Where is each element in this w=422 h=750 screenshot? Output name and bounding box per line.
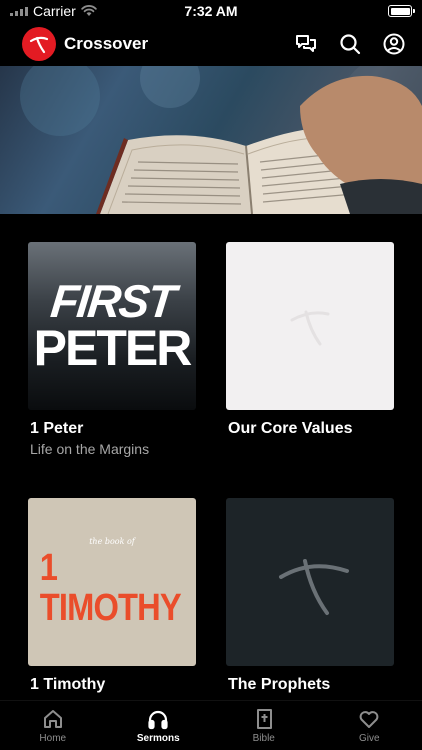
tab-label: Bible xyxy=(252,733,275,744)
app-title: Crossover xyxy=(64,34,149,53)
tab-home[interactable]: Home xyxy=(0,701,106,750)
signal-icon xyxy=(10,6,28,16)
header-actions xyxy=(294,32,406,56)
sermon-title: 1 Peter xyxy=(30,420,84,437)
artwork-title-line2: PETER xyxy=(33,320,193,376)
headphones-icon xyxy=(148,710,168,730)
tab-bible[interactable]: Bible xyxy=(211,701,317,750)
status-time: 7:32 AM xyxy=(184,3,238,19)
battery-icon xyxy=(388,5,415,17)
sermon-subtitle: Life on the Margins xyxy=(30,441,150,457)
chat-bubbles-icon[interactable] xyxy=(294,32,318,56)
app-header: Crossover xyxy=(0,24,422,64)
sermon-artwork: FIRST PETER xyxy=(28,242,196,410)
open-bible-illustration xyxy=(20,66,422,214)
tab-give[interactable]: Give xyxy=(317,701,422,750)
artwork-title: 1 TIMOTHY xyxy=(39,546,182,629)
church-logo-icon[interactable] xyxy=(22,27,56,61)
sermon-artwork xyxy=(226,498,394,666)
sermon-artwork xyxy=(226,242,394,410)
sermon-card-1-peter[interactable]: FIRST PETER 1 Peter Life on the Margins xyxy=(28,242,196,498)
tab-sermons[interactable]: Sermons xyxy=(106,701,212,750)
cross-logo-icon xyxy=(279,559,349,615)
status-right xyxy=(272,5,415,17)
account-icon[interactable] xyxy=(382,32,406,56)
hero-banner xyxy=(0,66,422,214)
artwork-subtitle: the book of xyxy=(89,536,135,546)
sermon-card-our-core-values[interactable]: Our Core Values xyxy=(226,242,394,498)
sermon-title: 1 Timothy xyxy=(30,676,106,693)
home-icon xyxy=(43,710,62,728)
tab-label: Home xyxy=(39,733,67,744)
sermon-card-the-prophets[interactable]: The Prophets xyxy=(226,498,394,695)
sermon-grid: FIRST PETER 1 Peter Life on the Margins … xyxy=(28,242,394,695)
search-icon[interactable] xyxy=(338,32,362,56)
tab-label: Give xyxy=(358,733,380,744)
heart-icon xyxy=(359,711,379,728)
sermon-card-1-timothy[interactable]: the book of 1 TIMOTHY 1 Timothy xyxy=(28,498,196,695)
tab-bar: Home Sermons Bible Give xyxy=(0,700,422,750)
cross-logo-icon xyxy=(290,310,330,346)
status-left: Carrier xyxy=(10,3,150,19)
wifi-icon xyxy=(81,5,97,16)
carrier-label: Carrier xyxy=(33,3,76,19)
sermon-artwork: the book of 1 TIMOTHY xyxy=(28,498,196,666)
artwork-title-line1: FIRST xyxy=(47,275,177,327)
status-bar: Carrier 7:32 AM xyxy=(0,0,422,22)
sermon-title: Our Core Values xyxy=(228,420,353,437)
tab-label: Sermons xyxy=(136,733,180,744)
bible-icon xyxy=(256,709,272,729)
sermon-title: The Prophets xyxy=(228,676,331,693)
